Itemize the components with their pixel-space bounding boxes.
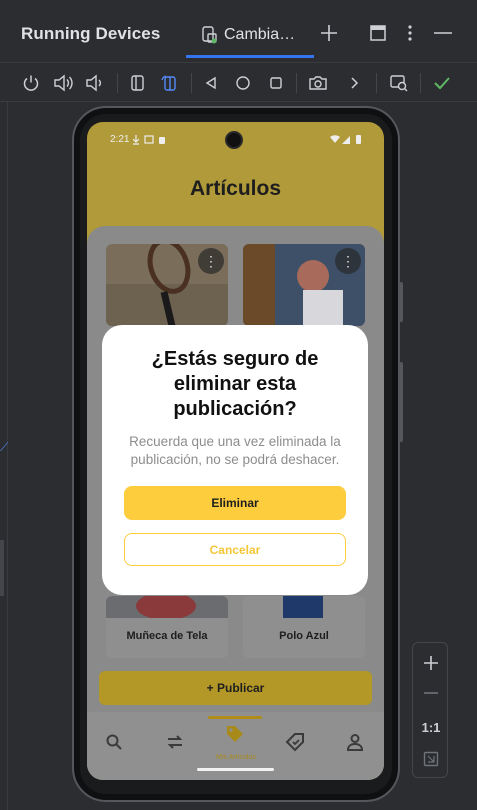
dialog-title: ¿Estás seguro de eliminar esta publicaci… [151,348,319,420]
article-card[interactable]: ⋮ [243,244,365,326]
status-bar: 2:21 [87,122,384,158]
article-title: Muñeca de Tela [126,630,208,642]
zoom-actual-size-button[interactable]: 1:1 [419,715,443,739]
power-icon[interactable] [20,72,42,94]
window-layout-icon[interactable] [367,22,389,44]
rotate-left-icon[interactable] [127,72,149,94]
rotate-right-icon[interactable] [159,72,181,94]
toolbar-separator [296,73,297,93]
device-volume-button[interactable] [399,362,403,442]
search-icon[interactable] [102,730,126,754]
add-tab-icon[interactable] [318,22,340,44]
device-toolbar [0,62,477,102]
left-scrollbar[interactable] [0,540,4,596]
article-title: Polo Azul [279,630,329,642]
minimize-icon[interactable] [432,22,454,44]
wishlist-tag-icon[interactable] [283,730,307,754]
tab-label: Cambia… [224,26,296,43]
home-indicator[interactable] [197,768,274,771]
back-icon[interactable] [200,72,222,94]
notification-icons [133,135,165,145]
left-gutter-mark-icon: ⟋ [0,440,9,454]
left-editor-strip [0,102,8,810]
cancel-button[interactable]: Cancelar [124,533,346,566]
nav-active-indicator [208,716,262,719]
device-mirror-icon[interactable] [388,72,410,94]
panel-header: Running Devices Cambia… [0,0,477,62]
status-time: 2:21 [110,134,130,145]
signal-battery-icons [330,135,361,144]
more-actions-icon[interactable] [343,72,365,94]
article-image [106,596,228,618]
card-menu-icon[interactable]: ⋮ [335,248,361,274]
camera-icon[interactable] [307,72,329,94]
profile-icon[interactable] [343,730,367,754]
volume-down-icon[interactable] [83,72,105,94]
zoom-out-icon[interactable] [419,681,443,705]
zoom-controls: 1:1 [412,642,448,778]
toolbar-separator [420,73,421,93]
home-icon[interactable] [232,72,254,94]
card-menu-icon[interactable]: ⋮ [198,248,224,274]
volume-up-icon[interactable] [52,72,74,94]
overview-icon[interactable] [265,72,287,94]
publish-button[interactable]: + Publicar [99,671,372,705]
nav-active-label: Mis Artículos [216,754,256,761]
delete-confirmation-dialog: ¿Estás seguro de eliminar esta publicaci… [102,325,368,595]
page-title: Artículos [189,177,281,200]
tag-icon[interactable] [223,722,247,746]
article-card[interactable]: Muñeca de Tela [106,596,228,658]
check-icon[interactable] [431,72,453,94]
toolbar-separator [191,73,192,93]
device-side-button[interactable] [399,282,403,322]
dialog-message: Recuerda que una vez eliminada la public… [129,434,341,467]
swap-icon[interactable] [163,730,187,754]
tab-active-indicator [186,55,314,58]
zoom-in-icon[interactable] [419,651,443,675]
tab-device[interactable]: Cambia… [186,12,314,58]
device-tab-icon [202,26,217,44]
toolbar-separator [376,73,377,93]
article-card[interactable]: Polo Azul [243,596,365,658]
zoom-fit-icon[interactable] [419,747,443,771]
article-card[interactable]: ⋮ [106,244,228,326]
delete-button[interactable]: Eliminar [124,486,346,520]
article-image [243,596,365,618]
panel-title: Running Devices [21,24,161,43]
more-options-icon[interactable] [399,22,421,44]
toolbar-separator [117,73,118,93]
front-camera [225,131,243,149]
